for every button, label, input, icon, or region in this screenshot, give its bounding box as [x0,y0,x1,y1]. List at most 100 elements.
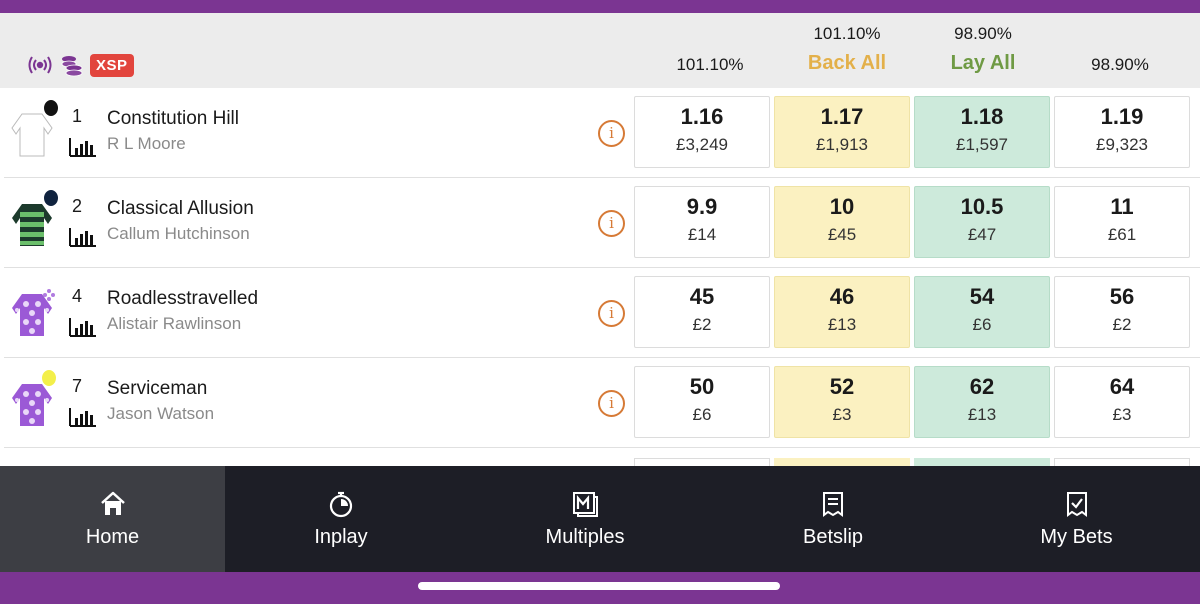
horse-name[interactable]: Roadlesstravelled [107,288,258,310]
back-all-percent: 101.10% [813,24,881,43]
stake-amount: £3 [832,405,852,424]
jockey-name: R L Moore [107,134,186,153]
best-back-price-cell[interactable]: 1.17 £1,913 [774,96,910,168]
saddle-cloth-number: 4 [72,286,83,306]
form-chart-icon[interactable] [68,136,98,158]
stake-amount: £45 [827,225,857,244]
live-stream-icon[interactable] [26,54,54,76]
odds-value: 56 [1109,284,1135,309]
stake-amount: £13 [827,315,857,334]
saddle-cloth-number: 7 [72,376,83,396]
stake-amount: £2 [1112,315,1132,334]
nav-home-label: Home [85,526,140,548]
horse-name[interactable]: Classical Allusion [107,198,254,220]
info-icon[interactable]: i [598,300,625,327]
top-status-bar [0,0,1200,13]
back-book-percent: 101.10% [676,55,744,74]
odds-value: 1.18 [960,104,1004,129]
jockey-cap-icon [42,370,56,386]
odds-value: 54 [969,284,995,309]
xsp-badge: XSP [90,53,134,77]
best-lay-price-cell[interactable]: 62 £13 [914,366,1050,438]
odds-value: 50 [689,374,715,399]
odds-value: 46 [829,284,855,309]
best-lay-price-cell[interactable]: 10.5 £47 [914,186,1050,258]
jockey-name: Jason Watson [107,404,215,423]
lay-all-percent: 98.90% [954,24,1012,43]
home-icon [100,491,125,515]
stake-amount: £2 [692,315,712,334]
jockey-cap-icon [43,289,55,301]
lay-all-button[interactable]: Lay All [913,52,1053,75]
stake-amount: £1,597 [956,135,1008,154]
nav-home[interactable]: Home [0,466,225,572]
market-header: XSP 101.10% 101.10% Back All 98.90% Lay … [0,13,1200,88]
lay-price-cell[interactable]: 1.19 £9,323 [1054,96,1190,168]
stake-amount: £14 [687,225,717,244]
nav-betslip[interactable]: Betslip [713,466,953,572]
back-price-cell[interactable]: 45 £2 [634,276,770,348]
best-lay-price-cell[interactable]: 54 £6 [914,276,1050,348]
market-icons: XSP [26,53,134,77]
jockey-cap-icon [44,100,58,116]
multiples-icon [573,492,598,517]
nav-inplay[interactable]: Inplay [225,466,457,572]
odds-value: 62 [969,374,995,399]
lay-price-cell[interactable]: 11 £61 [1054,186,1190,258]
odds-value: 10 [829,194,855,219]
stake-amount: £13 [967,405,997,424]
lay-book-percent: 98.90% [1091,55,1149,74]
odds-value: 1.19 [1100,104,1144,129]
horse-name[interactable]: Serviceman [107,378,207,400]
stake-amount: £3,249 [676,135,728,154]
form-chart-icon[interactable] [68,316,98,338]
best-back-price-cell[interactable]: 52 £3 [774,366,910,438]
back-price-cell[interactable]: 50 £6 [634,366,770,438]
stopwatch-icon [329,491,353,518]
odds-value: 52 [829,374,855,399]
nav-my-bets-label: My Bets [1040,526,1113,548]
best-back-price-cell[interactable]: 46 £13 [774,276,910,348]
lay-price-cell[interactable]: 56 £2 [1054,276,1190,348]
back-price-cell[interactable]: 9.9 £14 [634,186,770,258]
saddle-cloth-number: 1 [72,106,83,126]
info-icon[interactable]: i [598,210,625,237]
odds-value: 9.9 [686,194,718,219]
odds-value: 1.17 [820,104,864,129]
runner-row: 7 Serviceman Jason Watson i 50 £6 52 £3 62… [4,358,1200,448]
runner-row: 2 Classical Allusion Callum Hutchinson i… [4,178,1200,268]
nav-inplay-label: Inplay [314,526,368,548]
jockey-name: Alistair Rawlinson [107,314,242,333]
info-icon[interactable]: i [598,120,625,147]
stake-amount: £3 [1112,405,1132,424]
horse-name[interactable]: Constitution Hill [107,108,239,130]
jockey-name: Callum Hutchinson [107,224,250,243]
nav-my-bets[interactable]: My Bets [953,466,1200,572]
back-all-button[interactable]: Back All [777,52,917,75]
best-lay-price-cell[interactable]: 1.18 £1,597 [914,96,1050,168]
odds-value: 64 [1109,374,1135,399]
runner-row: 1 Constitution Hill R L Moore i 1.16 £3,2… [4,88,1200,178]
info-icon[interactable]: i [598,390,625,417]
jockey-cap-icon [44,190,58,206]
stake-amount: £1,913 [816,135,868,154]
form-chart-icon[interactable] [68,406,98,428]
form-chart-icon[interactable] [68,226,98,248]
home-indicator[interactable] [418,582,780,590]
nav-multiples[interactable]: Multiples [457,466,713,572]
cash-out-coins-icon[interactable] [60,53,84,77]
odds-value: 11 [1110,194,1134,219]
stake-amount: £6 [972,315,992,334]
my-bets-icon [1066,492,1087,517]
bottom-navigation: Home Inplay Multiples Betslip My Bets [0,466,1200,572]
best-back-price-cell[interactable]: 10 £45 [774,186,910,258]
stake-amount: £61 [1107,225,1137,244]
stake-amount: £9,323 [1096,135,1148,154]
lay-price-cell[interactable]: 64 £3 [1054,366,1190,438]
odds-value: 1.16 [680,104,724,129]
nav-multiples-label: Multiples [545,526,625,548]
back-price-cell[interactable]: 1.16 £3,249 [634,96,770,168]
nav-betslip-label: Betslip [802,526,864,548]
odds-value: 45 [689,284,715,309]
runner-row: 4 Roadlesstravelled Alistair Rawlinson i… [4,268,1200,358]
